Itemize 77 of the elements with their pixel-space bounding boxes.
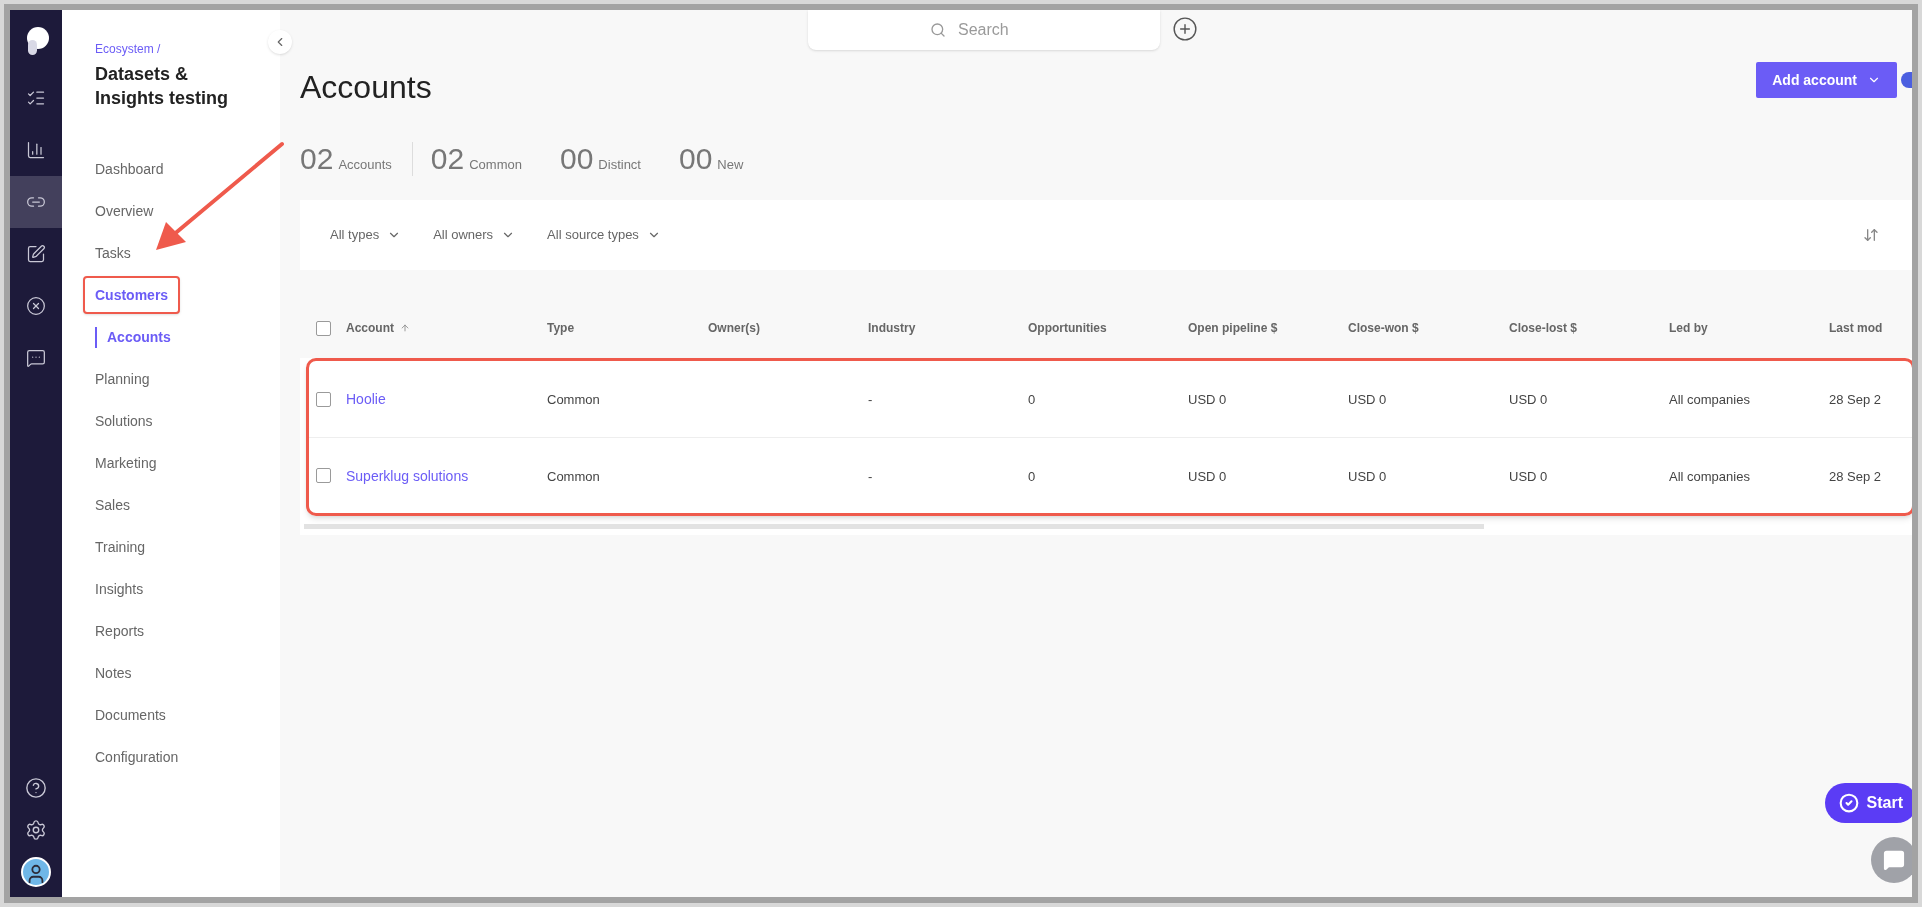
filter-dropdown[interactable]: All types [330, 225, 402, 245]
table-cell: USD 0 [1348, 392, 1387, 407]
stat-value: 02 [430, 142, 465, 176]
add-account-button[interactable]: Add account [1756, 62, 1897, 98]
table-cell: 0 [1028, 468, 1036, 484]
nav-item[interactable]: Training [95, 539, 146, 555]
nav-item[interactable]: Dashboard [95, 161, 164, 177]
table-cell: - [868, 392, 873, 407]
stat-label: New [717, 155, 744, 174]
nav-item[interactable]: Sales [95, 497, 131, 513]
column-header[interactable]: Type [547, 319, 575, 337]
search-input[interactable]: Search [958, 18, 1038, 42]
avatar[interactable] [21, 857, 51, 887]
start-button[interactable]: Start [1824, 783, 1912, 823]
collapse-button[interactable] [268, 30, 292, 54]
nav-item[interactable]: Configuration [95, 749, 179, 765]
column-header[interactable]: Industry [868, 319, 916, 337]
table-cell: Common [547, 392, 600, 407]
add-icon[interactable] [1172, 16, 1198, 42]
nav-item[interactable]: Documents [95, 707, 166, 723]
table-cell: USD 0 [1188, 392, 1227, 407]
table-cell: 28 Sep 2 [1829, 392, 1882, 407]
stat-label: Common [469, 155, 522, 174]
checkbox[interactable] [316, 320, 331, 336]
nav-item[interactable]: Customers [95, 287, 169, 303]
table-cell: USD 0 [1509, 468, 1548, 484]
sort-up-icon [400, 323, 410, 333]
table-cell: - [868, 468, 873, 484]
column-header[interactable]: Last mod [1829, 319, 1883, 337]
table-cell: 0 [1028, 392, 1036, 407]
column-header[interactable]: Close-lost $ [1509, 319, 1577, 337]
nav-item[interactable]: Planning [95, 371, 150, 387]
column-header[interactable]: Open pipeline $ [1188, 319, 1278, 337]
stat-value: 00 [679, 142, 713, 176]
chat-button[interactable] [1871, 837, 1912, 883]
check-icon [1838, 793, 1859, 813]
checkbox[interactable] [316, 391, 331, 407]
workspace-title: Datasets & Insights testing [95, 63, 229, 110]
stat-label: Accounts [338, 155, 392, 174]
column-header[interactable]: Led by [1669, 319, 1708, 337]
table-cell: USD 0 [1348, 468, 1387, 484]
column-header[interactable]: Owner(s) [708, 319, 760, 337]
table-cell: All companies [1669, 392, 1750, 407]
settings-icon[interactable] [25, 819, 47, 841]
nav-item[interactable]: Tasks [95, 245, 131, 261]
column-header[interactable]: Account [346, 319, 394, 337]
nav-subitem[interactable]: Accounts [95, 326, 171, 348]
column-header[interactable]: Close-won $ [1348, 319, 1419, 337]
column-header[interactable]: Opportunities [1028, 319, 1107, 337]
table-cell: All companies [1669, 468, 1750, 484]
page-title: Accounts [300, 68, 432, 107]
edit-icon [26, 244, 46, 264]
account-link[interactable]: Superklug solutions [346, 467, 469, 484]
table-cell: 28 Sep 2 [1829, 468, 1882, 484]
stat-value: 00 [560, 142, 594, 176]
table-cell: USD 0 [1509, 392, 1548, 407]
stat-label: Distinct [598, 155, 641, 174]
sort-icon[interactable] [1863, 227, 1879, 243]
bar-chart-icon [26, 140, 46, 160]
x-circle-icon [26, 296, 46, 316]
message-icon [26, 348, 46, 368]
nav-item[interactable]: Overview [95, 203, 154, 219]
table-cell: USD 0 [1188, 468, 1227, 484]
account-link[interactable]: Hoolie [346, 391, 386, 407]
breadcrumb-link[interactable]: Ecosystem / [95, 40, 161, 58]
nav-item[interactable]: Reports [95, 623, 145, 639]
nav-item[interactable]: Notes [95, 665, 132, 681]
nav-item[interactable]: Insights [95, 581, 144, 597]
filter-dropdown[interactable]: All source types [547, 225, 661, 245]
filter-dropdown[interactable]: All owners [433, 225, 516, 245]
table-cell: Common [547, 468, 600, 484]
stat-value: 02 [300, 142, 334, 176]
chat-icon [1883, 849, 1905, 871]
nav-item[interactable]: Solutions [95, 413, 153, 429]
search-icon [930, 22, 946, 38]
nav-item[interactable]: Marketing [95, 455, 157, 471]
checkbox[interactable] [316, 468, 331, 483]
